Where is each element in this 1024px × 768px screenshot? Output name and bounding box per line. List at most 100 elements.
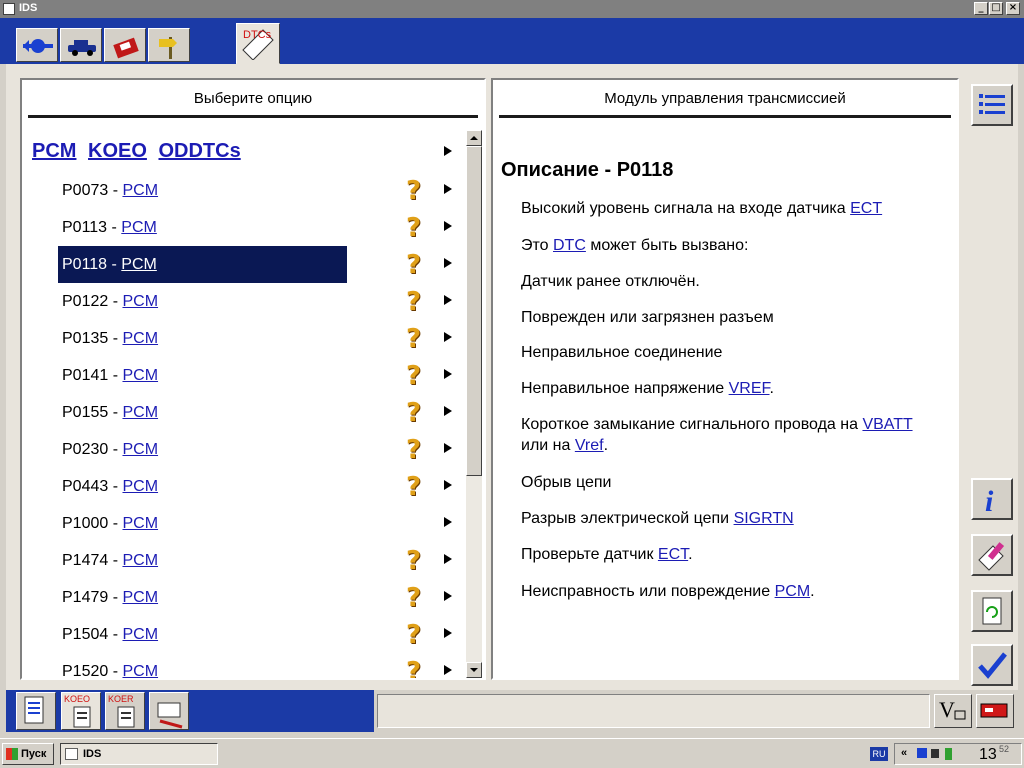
minimize-button[interactable]: _	[974, 2, 988, 15]
dtc-row[interactable]: P0073 - PCM?	[28, 172, 466, 209]
scroll-thumb[interactable]	[466, 146, 482, 476]
maximize-button[interactable]: □	[989, 2, 1003, 15]
dtc-row-label[interactable]: P0113 - PCM	[58, 209, 347, 246]
taskbar-item-ids[interactable]: IDS	[60, 743, 218, 765]
tools-button[interactable]	[971, 534, 1013, 576]
signpost-button[interactable]	[148, 28, 190, 62]
dtc-row-label[interactable]: P1000 - PCM	[58, 505, 347, 542]
vehicle-button[interactable]	[60, 28, 102, 62]
start-button[interactable]: Пуск	[2, 743, 54, 765]
dtc-row[interactable]: P1504 - PCM?	[28, 616, 466, 653]
row-arrow-icon[interactable]	[444, 258, 452, 268]
dtc-row-label[interactable]: P0230 - PCM	[58, 431, 347, 468]
dtc-module-link[interactable]: PCM	[122, 478, 158, 495]
glossary-link[interactable]: DTC	[553, 237, 586, 254]
dtc-row-label[interactable]: P1479 - PCM	[58, 579, 347, 616]
help-question-icon[interactable]: ?	[406, 177, 430, 205]
info-button[interactable]: i	[971, 478, 1013, 520]
dtc-module-link[interactable]: PCM	[122, 330, 158, 347]
dtc-row[interactable]: P0135 - PCM?	[28, 320, 466, 357]
row-arrow-icon[interactable]	[444, 221, 452, 231]
dtc-module-link[interactable]: PCM	[122, 441, 158, 458]
dtc-module-link[interactable]: PCM	[122, 293, 158, 310]
dtc-module-link[interactable]: PCM	[122, 663, 158, 678]
help-question-icon[interactable]: ?	[406, 362, 430, 390]
dtc-module-link[interactable]: PCM	[122, 367, 158, 384]
help-question-icon[interactable]: ?	[406, 547, 430, 575]
dtc-module-link[interactable]: PCM	[122, 589, 158, 606]
dtc-row[interactable]: P1000 - PCM	[28, 505, 466, 542]
close-button[interactable]: ×	[1006, 2, 1020, 15]
tray-expand-icon[interactable]: «	[901, 747, 907, 759]
dtc-row-label[interactable]: P1474 - PCM	[58, 542, 347, 579]
glossary-link[interactable]: SIGRTN	[734, 510, 794, 527]
glossary-link[interactable]: VBATT	[862, 416, 912, 433]
glossary-link[interactable]: ECT	[850, 200, 882, 217]
dtc-module-link[interactable]: PCM	[122, 515, 158, 532]
dtc-row[interactable]: P0155 - PCM?	[28, 394, 466, 431]
help-question-icon[interactable]: ?	[406, 251, 430, 279]
help-question-icon[interactable]: ?	[406, 621, 430, 649]
dtc-row-label[interactable]: P0135 - PCM	[58, 320, 347, 357]
dtc-module-link[interactable]: PCM	[122, 626, 158, 643]
koeo-link[interactable]: KOEO	[88, 140, 147, 162]
dtc-row-label[interactable]: P0118 - PCM	[58, 246, 347, 283]
row-arrow-icon[interactable]	[444, 406, 452, 416]
dtc-row-label[interactable]: P0155 - PCM	[58, 394, 347, 431]
dtc-row[interactable]: P1520 - PCM?	[28, 653, 466, 678]
help-question-icon[interactable]: ?	[406, 214, 430, 242]
help-question-icon[interactable]: ?	[406, 658, 430, 678]
koeo-test-button[interactable]: KOEO	[61, 692, 101, 730]
help-question-icon[interactable]: ?	[406, 325, 430, 353]
battery-button[interactable]	[976, 694, 1014, 728]
dtc-module-link[interactable]: PCM	[122, 552, 158, 569]
koer-test-button[interactable]: KOER	[105, 692, 145, 730]
dtc-row-label[interactable]: P0073 - PCM	[58, 172, 347, 209]
dtc-row[interactable]: P0122 - PCM?	[28, 283, 466, 320]
help-question-icon[interactable]: ?	[406, 473, 430, 501]
help-question-icon[interactable]: ?	[406, 584, 430, 612]
row-arrow-icon[interactable]	[444, 517, 452, 527]
dtc-row[interactable]: P0113 - PCM?	[28, 209, 466, 246]
help-question-icon[interactable]: ?	[406, 399, 430, 427]
row-arrow-icon[interactable]	[444, 369, 452, 379]
row-arrow-icon[interactable]	[444, 184, 452, 194]
pcm-link[interactable]: PCM	[32, 140, 76, 162]
list-scrollbar[interactable]	[466, 130, 482, 678]
row-arrow-icon[interactable]	[444, 295, 452, 305]
dtc-row-label[interactable]: P0122 - PCM	[58, 283, 347, 320]
help-question-icon[interactable]: ?	[406, 288, 430, 316]
help-question-icon[interactable]: ?	[406, 436, 430, 464]
voltage-button[interactable]: V	[934, 694, 972, 728]
menu-list-button[interactable]	[971, 84, 1013, 126]
glossary-link[interactable]: Vref	[575, 437, 604, 454]
dtc-row-label[interactable]: P1520 - PCM	[58, 653, 347, 678]
connector-button[interactable]	[16, 28, 58, 62]
row-arrow-icon[interactable]	[444, 628, 452, 638]
dtc-row[interactable]: P1474 - PCM?	[28, 542, 466, 579]
glossary-link[interactable]: VREF	[729, 380, 770, 397]
glossary-link[interactable]: PCM	[775, 583, 811, 600]
row-arrow-icon[interactable]	[444, 665, 452, 675]
dtc-row[interactable]: P1479 - PCM?	[28, 579, 466, 616]
glossary-link[interactable]: ECT	[658, 546, 688, 563]
dtc-module-link[interactable]: PCM	[122, 182, 158, 199]
dtc-row-label[interactable]: P0141 - PCM	[58, 357, 347, 394]
scroll-up-button[interactable]	[466, 130, 482, 146]
toolbox-button[interactable]	[104, 28, 146, 62]
dtc-row[interactable]: P0230 - PCM?	[28, 431, 466, 468]
tab-dtcs[interactable]: DTCs	[236, 23, 280, 64]
row-arrow-icon[interactable]	[444, 554, 452, 564]
list-header-arrow-icon[interactable]	[444, 146, 452, 156]
scroll-down-button[interactable]	[466, 662, 482, 678]
refresh-document-button[interactable]	[971, 590, 1013, 632]
dtc-row[interactable]: P0118 - PCM?	[28, 246, 466, 283]
dtc-row-label[interactable]: P1504 - PCM	[58, 616, 347, 653]
row-arrow-icon[interactable]	[444, 591, 452, 601]
dtc-module-link[interactable]: PCM	[121, 219, 157, 236]
language-indicator[interactable]: RU	[870, 747, 888, 761]
confirm-button[interactable]	[971, 644, 1013, 686]
row-arrow-icon[interactable]	[444, 443, 452, 453]
dtc-module-link[interactable]: PCM	[121, 256, 157, 273]
dtc-row-label[interactable]: P0443 - PCM	[58, 468, 347, 505]
